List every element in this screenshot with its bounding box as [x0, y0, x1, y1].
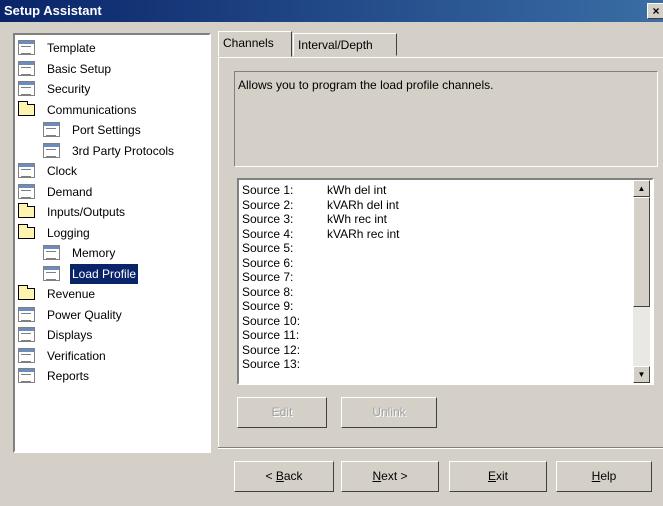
tree-item-label: Reports: [47, 369, 90, 383]
doc-icon: [18, 163, 35, 178]
close-button[interactable]: ×: [647, 3, 663, 19]
doc-icon: [43, 265, 60, 281]
doc-icon: [18, 327, 35, 342]
source-label: Source 6:: [242, 255, 294, 270]
tree-item-label: Clock: [47, 164, 78, 178]
unlink-button-label: Unlink: [372, 405, 406, 419]
next-button[interactable]: Next >: [341, 461, 439, 492]
tree-item-label: Demand: [47, 184, 93, 199]
description-text: Allows you to program the load profile c…: [238, 78, 494, 92]
source-label: Source 13:: [242, 357, 301, 371]
folder-icon: [18, 223, 35, 239]
tree-item-label: Displays: [47, 328, 93, 342]
next-rest: ext >: [381, 469, 408, 483]
source-label: Source 5:: [242, 241, 294, 255]
navigation-tree[interactable]: Template Basic Setup Security Communication…: [13, 33, 211, 453]
next-hotkey: N: [372, 469, 382, 483]
tab-channels-label: Channels: [223, 36, 274, 50]
source-value: kWh del int: [327, 183, 387, 197]
doc-icon: [18, 40, 35, 55]
tab-interval-depth[interactable]: Interval/Depth: [293, 33, 397, 56]
help-rest: elp: [600, 469, 617, 483]
scroll-down-icon: ▼: [637, 370, 646, 379]
scroll-up-button[interactable]: ▲: [633, 180, 650, 197]
folder-icon: [18, 100, 35, 116]
source-label: Source 1:: [242, 183, 294, 197]
back-rest: ack: [283, 469, 303, 483]
source-label: Source 8:: [242, 284, 294, 299]
close-icon: ×: [652, 4, 660, 18]
source-value: kWh rec int: [327, 212, 388, 226]
source-label: Source 7:: [242, 270, 294, 284]
exit-button[interactable]: Exit: [449, 461, 547, 492]
source-label: Source 3:: [242, 212, 294, 226]
source-value: kVARh rec int: [327, 226, 400, 241]
folder-icon: [18, 203, 35, 218]
exit-rest: xit: [496, 469, 508, 483]
source-label: Source 11:: [242, 328, 300, 342]
doc-icon: [18, 183, 35, 199]
doc-icon: [18, 60, 35, 76]
source-list[interactable]: Source 1: kWh del int Source 2: kVARh del i…: [237, 178, 654, 385]
doc-icon: [43, 245, 60, 260]
source-label: Source 10:: [242, 313, 301, 328]
back-prefix: <: [265, 469, 276, 483]
vertical-scrollbar[interactable]: ▲ ▼: [633, 180, 650, 383]
source-label: Source 4:: [242, 226, 294, 241]
tree-item-label: Security: [47, 82, 91, 96]
tree-item-label: Verification: [47, 348, 106, 363]
unlink-button[interactable]: Unlink: [341, 397, 437, 428]
back-button[interactable]: < Back: [234, 461, 334, 492]
edit-button-label: Edit: [271, 405, 293, 419]
tree-item-label: Load Profile: [70, 263, 139, 284]
doc-icon: [43, 122, 60, 137]
scroll-up-icon: ▲: [637, 184, 646, 193]
window-title: Setup Assistant: [4, 3, 102, 18]
source-label: Source 12:: [242, 342, 301, 357]
source-label: Source 9:: [242, 299, 294, 313]
description-box: Allows you to program the load profile c…: [234, 71, 658, 167]
tree-item-label: Inputs/Outputs: [47, 205, 126, 219]
edit-button[interactable]: Edit: [237, 397, 327, 428]
source-value: kVARh del int: [327, 197, 399, 212]
tab-channels[interactable]: Channels: [218, 31, 292, 57]
help-button[interactable]: Help: [556, 461, 652, 492]
tree-item-label: Port Settings: [72, 123, 141, 137]
tree-item-label: Power Quality: [47, 307, 122, 322]
separator: [218, 447, 663, 449]
tree-item-label: 3rd Party Protocols: [72, 143, 175, 158]
doc-icon: [18, 368, 35, 383]
doc-icon: [18, 347, 35, 363]
tree-item-label: Template: [47, 41, 96, 55]
doc-icon: [18, 306, 35, 322]
scroll-down-button[interactable]: ▼: [633, 366, 650, 383]
scroll-thumb[interactable]: [633, 197, 650, 307]
title-bar: Setup Assistant ×: [0, 0, 663, 22]
source-label: Source 2:: [242, 197, 294, 212]
exit-hotkey: E: [487, 469, 496, 483]
tab-interval-depth-label: Interval/Depth: [298, 38, 373, 52]
back-hotkey: B: [275, 469, 284, 483]
tree-item-label: Logging: [47, 225, 90, 240]
folder-icon: [18, 285, 35, 300]
tree-item-label: Memory: [72, 246, 116, 260]
doc-icon: [43, 142, 60, 158]
doc-icon: [18, 81, 35, 96]
tree-item-label: Basic Setup: [47, 61, 112, 76]
tree-item-label: Communications: [47, 102, 137, 117]
tree-item-label: Revenue: [47, 287, 96, 301]
